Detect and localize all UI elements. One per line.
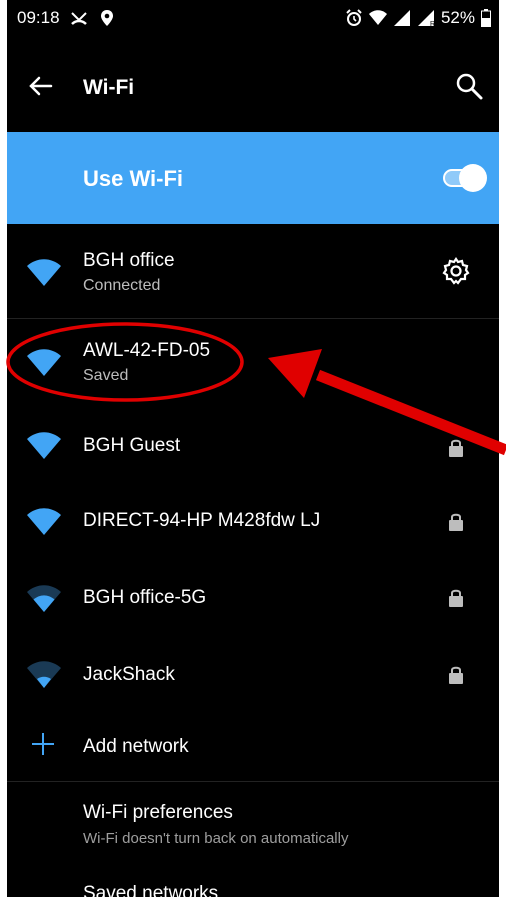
battery-percent: 52% <box>440 8 475 27</box>
app-toolbar: Wi-Fi <box>7 36 499 132</box>
plus-icon <box>32 733 54 755</box>
location-icon <box>100 10 113 26</box>
network-name: BGH office-5G <box>83 587 207 608</box>
status-time: 09:18 <box>17 8 60 27</box>
wifi-signal-full-icon <box>27 432 61 459</box>
status-bar: 09:18 R 52% <box>7 0 499 36</box>
wifi-signal-full-icon <box>27 508 61 535</box>
lock-icon <box>449 439 463 457</box>
network-name: AWL-42-FD-05 <box>83 340 211 361</box>
wifi-signal-full-icon <box>27 259 61 286</box>
network-name: BGH office <box>83 250 175 271</box>
use-wifi-label: Use Wi-Fi <box>83 166 184 191</box>
add-network-label: Add network <box>83 736 189 757</box>
status-right: R 52% <box>345 8 491 28</box>
phone-screen: 09:18 R 52% Wi-Fi Use Wi-Fi BGH office C… <box>7 0 499 897</box>
status-left: 09:18 <box>17 8 116 28</box>
lock-icon <box>449 666 463 684</box>
alarm-icon <box>346 9 362 26</box>
signal-icon <box>393 10 410 26</box>
wifi-signal-low-icon <box>27 661 61 688</box>
page-title: Wi-Fi <box>83 76 135 99</box>
wifi-status-icon <box>368 10 387 25</box>
wifi-preferences-subtitle: Wi-Fi doesn't turn back on automatically <box>83 830 349 847</box>
network-item-awl[interactable]: AWL-42-FD-05 Saved <box>7 318 499 398</box>
network-name: BGH Guest <box>83 435 181 456</box>
network-item-direct-hp[interactable]: DIRECT-94-HP M428fdw LJ <box>7 482 499 558</box>
network-item-bgh-guest[interactable]: BGH Guest <box>7 406 499 482</box>
network-status: Saved <box>83 367 129 384</box>
svg-text:R: R <box>430 21 435 27</box>
search-icon[interactable] <box>449 66 489 106</box>
wifi-signal-medium-icon <box>27 585 61 612</box>
network-item-jackshack[interactable]: JackShack <box>7 634 499 710</box>
signal-roaming-icon: R <box>417 10 435 27</box>
gear-icon[interactable] <box>441 256 471 286</box>
wifi-signal-full-icon <box>27 349 61 376</box>
wifi-preferences-title: Wi-Fi preferences <box>83 802 233 823</box>
toggle-knob <box>459 164 487 192</box>
network-name: DIRECT-94-HP M428fdw LJ <box>83 510 321 531</box>
missed-call-icon <box>70 12 87 25</box>
use-wifi-row[interactable]: Use Wi-Fi <box>7 132 499 224</box>
back-arrow-icon[interactable] <box>21 66 61 106</box>
network-status: Connected <box>83 277 161 294</box>
lock-icon <box>449 589 463 607</box>
network-item-bgh-office[interactable]: BGH office Connected <box>7 224 499 318</box>
wifi-preferences-row[interactable]: Wi-Fi preferences Wi-Fi doesn't turn bac… <box>7 782 499 872</box>
battery-icon <box>481 9 491 27</box>
use-wifi-toggle[interactable] <box>443 164 487 192</box>
network-name: JackShack <box>83 664 175 685</box>
saved-networks-row[interactable]: Saved networks <box>83 883 218 897</box>
lock-icon <box>449 513 463 531</box>
network-item-bgh-office-5g[interactable]: BGH office-5G <box>7 558 499 634</box>
add-network-row[interactable]: Add network <box>7 710 499 782</box>
